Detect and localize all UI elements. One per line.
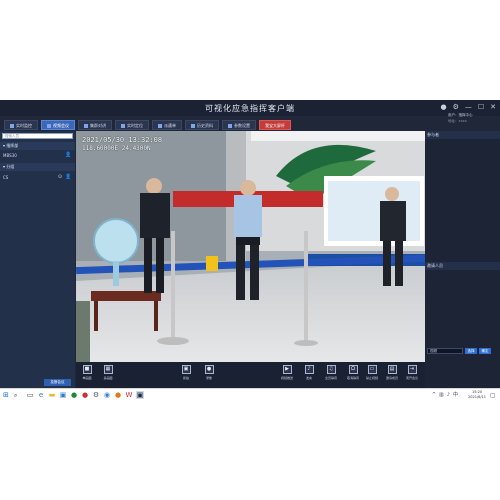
member-item[interactable]: MBS30 👤 (0, 151, 75, 160)
location-icon (121, 124, 125, 128)
windows-start-icon[interactable]: ⊞ (3, 392, 10, 399)
video-coordinates: 118.60000E 24.4300N (82, 145, 151, 152)
record-icon: ● (204, 365, 214, 374)
volume-icon[interactable]: ♪ (447, 392, 450, 399)
wechat-icon[interactable]: ● (70, 391, 78, 399)
dispatch-icon (158, 124, 162, 128)
hangup-meeting-button[interactable]: 挂断会议 (44, 379, 71, 386)
minimize-icon[interactable]: — (465, 103, 472, 111)
group-item[interactable]: CS ⊙ 👤 (0, 173, 75, 182)
tab-cluster-talk[interactable]: 集群对讲 (78, 120, 112, 130)
taskbar-apps: ▭ e ▬ ▣ ● ● ⚙ ◉ ● W ▣ (26, 391, 144, 399)
multi-screen-icon: ▦ (103, 365, 113, 374)
tab-realtime-monitor[interactable]: 实时监控 (4, 120, 38, 130)
talk-icon (84, 124, 88, 128)
search-icon[interactable]: ⌕ (14, 392, 21, 399)
video-icon (47, 124, 51, 128)
mute-all-button[interactable]: ♫ 全员静音 (322, 365, 340, 380)
main-tabs: 实时监控 视频会议 集群对讲 实时定位 派遣单 历史资料 参数设置 我宝大屏杆 (4, 120, 291, 130)
video-feed[interactable]: 2021/05/30 13:32:08 118.60000E 24.4300N (76, 131, 425, 362)
tab-realtime-location[interactable]: 实时定位 (115, 120, 149, 130)
video-push-icon: ▶ (282, 365, 292, 374)
chrome-icon[interactable]: ◉ (103, 391, 111, 399)
chevron-up-icon[interactable]: ^ (432, 392, 436, 399)
notification-icon[interactable]: ▢ (490, 392, 497, 399)
gear-icon (228, 124, 232, 128)
person-icon[interactable]: 👤 (65, 152, 71, 158)
record-button[interactable]: ● 录像 (200, 365, 218, 380)
tab-dispatch[interactable]: 派遣单 (152, 120, 182, 130)
folder-icon[interactable]: ▬ (48, 391, 56, 399)
wps-icon[interactable]: W (125, 391, 133, 399)
monitor-icon (10, 124, 14, 128)
speak-button[interactable]: ♪ 发言 (300, 365, 318, 380)
single-screen-icon: ■ (82, 365, 92, 374)
app-red-icon[interactable]: ● (81, 391, 89, 399)
leave-icon: ⇥ (407, 365, 417, 374)
mute-all-icon: ♫ (326, 365, 336, 374)
maximize-icon[interactable]: ☐ (478, 103, 484, 111)
camera-off-icon: ▭ (367, 365, 377, 374)
confirm-button[interactable]: 确定 (479, 347, 491, 354)
ime-icon[interactable]: 中 (453, 392, 458, 399)
right-panel: 参与者 邀请人员 视频 选择 确定 (425, 131, 500, 388)
member-sidebar: 搜索人员 ▾ 指挥部 MBS30 👤 ▾ 分组 CS ⊙ 👤 挂断会议 (0, 131, 75, 388)
location-pin-icon[interactable]: ⊙ (57, 174, 63, 180)
leave-meeting-button[interactable]: ⇥ 离开会议 (403, 365, 421, 380)
settings-icon[interactable]: ⚙ (92, 391, 100, 399)
settings-icon[interactable]: ⚙ (453, 103, 459, 111)
user-address: 地址：xxxx (448, 119, 467, 123)
select-button[interactable]: 选择 (465, 347, 477, 354)
search-input[interactable]: 搜索人员 (2, 133, 73, 139)
single-screen-button[interactable]: ■ 单画面 (78, 365, 96, 380)
system-tray: ^ ▥ ♪ 中 (432, 392, 458, 399)
user-icon[interactable]: ● (440, 103, 446, 111)
chevron-down-icon: ▾ (3, 143, 6, 148)
window-controls: ● ⚙ — ☐ ✕ (440, 103, 496, 111)
group-header-command[interactable]: ▾ 指挥部 (0, 142, 75, 150)
close-icon[interactable]: ✕ (490, 103, 496, 111)
tab-video-meeting[interactable]: 视频会议 (41, 120, 75, 130)
clock-date: 2021/6/11 (468, 395, 486, 399)
windows-taskbar: ⊞ ⌕ ▭ e ▬ ▣ ● ● ⚙ ◉ ● W ▣ ^ ▥ ♪ 中 15:20 … (0, 388, 500, 402)
invite-header: 邀请人员 (425, 262, 500, 270)
video-timestamp: 2021/05/30 13:32:08 (82, 136, 163, 144)
microphone-icon: ♪ (304, 365, 314, 374)
disable-video-button[interactable]: ▭ 禁止视频 (363, 365, 381, 380)
person-icon[interactable]: 👤 (65, 174, 71, 180)
meeting-toolbar: ■ 单画面 ▦ 多画面 ▣ 抓拍 ● 录像 ▶ 视频推送 ♪ 发言 ♫ 全员静音 Ω 取消静音 … (76, 362, 425, 388)
video-push-button[interactable]: ▶ 视频推送 (278, 365, 296, 380)
invite-member-button[interactable]: ▤ 邀请成员 (383, 365, 401, 380)
snapshot-button[interactable]: ▣ 抓拍 (177, 365, 195, 380)
group-header-groups[interactable]: ▾ 分组 (0, 163, 75, 171)
participants-header: 参与者 (425, 131, 500, 139)
snapshot-icon: ▣ (181, 365, 191, 374)
network-icon[interactable]: ▥ (439, 392, 444, 399)
edge-icon[interactable]: e (37, 391, 45, 399)
invite-type-select[interactable]: 视频 (427, 347, 463, 354)
tab-settings[interactable]: 参数设置 (222, 120, 256, 130)
app-title: 可视化应急指挥客户端 (205, 104, 295, 113)
user-info: 用户：指挥中心 地址：xxxx (448, 112, 473, 124)
invite-icon: ▤ (387, 365, 397, 374)
app-window: 可视化应急指挥客户端 ● ⚙ — ☐ ✕ 用户：指挥中心 地址：xxxx 实时监… (0, 100, 500, 388)
client-app-icon[interactable]: ▣ (136, 391, 144, 399)
tab-big-screen[interactable]: 我宝大屏杆 (259, 120, 291, 130)
task-view-icon[interactable]: ▭ (26, 391, 34, 399)
history-icon (191, 124, 195, 128)
taskbar-clock[interactable]: 15:20 2021/6/11 (468, 390, 486, 400)
unmute-button[interactable]: Ω 取消静音 (344, 365, 362, 380)
tab-history[interactable]: 历史资料 (185, 120, 219, 130)
title-bar: 可视化应急指挥客户端 ● ⚙ — ☐ ✕ (0, 100, 500, 116)
invite-controls: 视频 选择 确定 (427, 347, 498, 354)
app-orange-icon[interactable]: ● (114, 391, 122, 399)
headset-icon: Ω (348, 365, 358, 374)
store-icon[interactable]: ▣ (59, 391, 67, 399)
chevron-down-icon: ▾ (3, 164, 6, 169)
multi-screen-button[interactable]: ▦ 多画面 (99, 365, 117, 380)
video-scene (76, 131, 425, 362)
